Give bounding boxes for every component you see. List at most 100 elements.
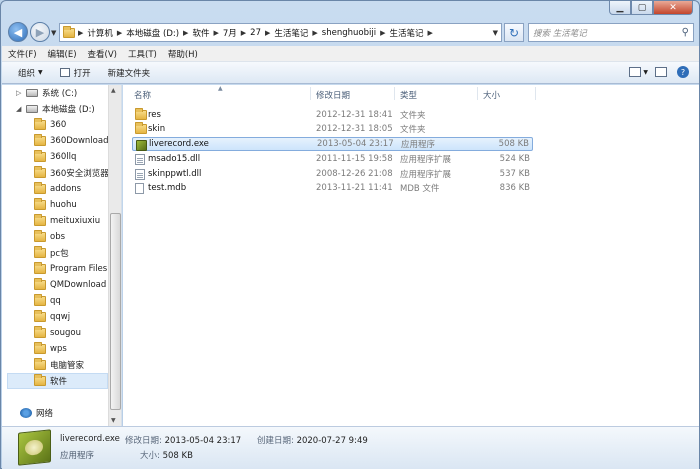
breadcrumb-separator-icon[interactable]: ▶ [427, 29, 432, 37]
file-date: 2012-12-31 18:05 [316, 124, 393, 134]
file-row[interactable]: res 2012-12-31 18:41 文件夹 [132, 108, 533, 122]
folder-icon [63, 25, 75, 38]
breadcrumb-july[interactable]: 7月 [223, 27, 237, 39]
scroll-up-icon[interactable]: ▲ [111, 87, 116, 94]
file-list: ▲ 名称 修改日期 类型 大小 res 2012-12-31 18:41 文件夹… [123, 85, 699, 426]
details-pane: liverecord.exe 应用程序 修改日期: 2013-05-04 23:… [2, 426, 699, 469]
breadcrumb-separator-icon[interactable]: ▶ [213, 29, 218, 37]
file-type: 应用程序扩展 [400, 170, 452, 180]
recent-pages-dropdown[interactable]: ▼ [51, 29, 56, 37]
file-row-selected[interactable]: liverecord.exe 2013-05-04 23:17 应用程序 508… [132, 137, 533, 151]
breadcrumb-computer[interactable]: 计算机 [87, 27, 113, 39]
expand-arrow-icon[interactable]: ▷ [16, 89, 21, 97]
back-arrow-icon: ◀ [13, 25, 23, 39]
breadcrumb-separator-icon[interactable]: ▶ [241, 29, 246, 37]
search-box[interactable]: 搜索 生活笔记 ⚲ [528, 23, 694, 42]
column-date[interactable]: 修改日期 [316, 89, 350, 101]
breadcrumb-software[interactable]: 软件 [192, 27, 209, 39]
breadcrumb-separator-icon[interactable]: ▶ [78, 29, 83, 37]
file-name: msado15.dll [148, 154, 201, 164]
folder-icon [34, 118, 46, 130]
organize-label: 组织 [18, 68, 36, 79]
nav-scrollbar[interactable]: ▲ ▼ [108, 85, 121, 426]
forward-arrow-icon: ▶ [35, 25, 45, 39]
minimize-button[interactable]: ▁ [609, 1, 631, 15]
breadcrumb-separator-icon[interactable]: ▶ [265, 29, 270, 37]
column-divider[interactable] [535, 87, 536, 100]
menu-view[interactable]: 查看(V) [88, 48, 117, 60]
breadcrumb-separator-icon[interactable]: ▶ [312, 29, 317, 37]
drive-icon [26, 105, 38, 113]
column-divider[interactable] [394, 87, 395, 100]
collapse-arrow-icon[interactable]: ◢ [16, 105, 21, 113]
menu-tools[interactable]: 工具(T) [128, 48, 157, 60]
address-bar[interactable]: ▶ 计算机 ▶ 本地磁盘 (D:) ▶ 软件 ▶ 7月 ▶ 27 ▶ 生活笔记 … [59, 23, 502, 42]
size-value: 508 KB [162, 451, 193, 461]
new-folder-button[interactable]: 新建文件夹 [108, 67, 151, 79]
details-size: 大小: 508 KB [140, 449, 193, 461]
search-placeholder: 搜索 生活笔记 [533, 28, 587, 39]
refresh-button[interactable]: ↻ [504, 23, 524, 42]
file-type: 应用程序 [401, 140, 436, 150]
maximize-button[interactable]: ▢ [631, 1, 653, 15]
search-icon[interactable]: ⚲ [682, 27, 689, 38]
folder-icon [34, 134, 46, 146]
folder-icon [34, 262, 46, 274]
column-divider[interactable] [477, 87, 478, 100]
folder-icon [34, 214, 46, 226]
file-row[interactable]: msado15.dll 2011-11-15 19:58 应用程序扩展 524 … [132, 152, 533, 166]
organize-button[interactable]: 组织 ▼ [18, 67, 43, 79]
change-view-icon[interactable] [629, 67, 642, 77]
file-row[interactable]: skinppwtl.dll 2008-12-26 21:08 应用程序扩展 53… [132, 167, 533, 181]
breadcrumb-27[interactable]: 27 [250, 28, 261, 38]
file-type: 文件夹 [400, 111, 426, 121]
breadcrumb-separator-icon[interactable]: ▶ [117, 29, 122, 37]
column-name[interactable]: 名称 [134, 89, 151, 101]
view-options-dropdown[interactable]: ▼ [643, 69, 648, 76]
breadcrumb-life-notes[interactable]: 生活笔记 [274, 27, 308, 39]
breadcrumb-life-notes-current[interactable]: 生活笔记 [389, 27, 423, 39]
breadcrumb-shenghuobiji[interactable]: shenghuobiji [322, 28, 376, 38]
menu-file[interactable]: 文件(F) [8, 48, 37, 60]
modified-label: 修改日期: [125, 436, 162, 446]
open-button[interactable]: 打开 [59, 67, 91, 79]
file-name: res [148, 110, 161, 120]
file-name: skin [148, 124, 166, 134]
breadcrumb-drive-d[interactable]: 本地磁盘 (D:) [126, 27, 179, 39]
column-headers: ▲ 名称 修改日期 类型 大小 [123, 85, 699, 102]
exe-icon [136, 140, 147, 151]
menu-help[interactable]: 帮助(H) [168, 48, 198, 60]
file-date: 2012-12-31 18:41 [316, 110, 393, 120]
help-icon[interactable]: ? [677, 66, 689, 78]
folder-icon [34, 246, 46, 258]
column-divider[interactable] [310, 87, 311, 100]
nav-network[interactable]: 网络 [20, 405, 121, 421]
folder-icon [34, 198, 46, 210]
breadcrumb-separator-icon[interactable]: ▶ [183, 29, 188, 37]
nav-folder-selected[interactable]: 软件 [7, 373, 108, 389]
breadcrumb-separator-icon[interactable]: ▶ [380, 29, 385, 37]
dll-icon [135, 154, 145, 165]
column-type[interactable]: 类型 [400, 89, 417, 101]
address-history-dropdown[interactable]: ▼ [493, 29, 498, 37]
details-file-type: 应用程序 [60, 451, 95, 461]
file-row[interactable]: skin 2012-12-31 18:05 文件夹 [132, 122, 533, 136]
view-controls: ▼ ? [622, 66, 689, 78]
close-button[interactable]: ✕ [653, 1, 693, 15]
drive-icon [26, 89, 38, 97]
back-button[interactable]: ◀ [8, 22, 28, 42]
scroll-down-icon[interactable]: ▼ [111, 417, 116, 424]
open-icon [59, 68, 70, 77]
scrollbar-thumb[interactable] [110, 213, 121, 410]
command-bar: 组织 ▼ 打开 新建文件夹 ▼ ? [2, 62, 699, 84]
file-row[interactable]: test.mdb 2013-11-21 11:41 MDB 文件 836 KB [132, 181, 533, 195]
menu-edit[interactable]: 编辑(E) [48, 48, 77, 60]
preview-pane-icon[interactable] [655, 67, 667, 77]
forward-button[interactable]: ▶ [30, 22, 50, 42]
navigation-pane: ▷ 系统 (C:) ◢ 本地磁盘 (D:) 360 360Downloads 3… [2, 85, 122, 426]
column-size[interactable]: 大小 [483, 89, 500, 101]
size-label: 大小: [140, 451, 160, 461]
folder-icon [34, 278, 46, 290]
folder-icon [34, 182, 46, 194]
folder-icon [34, 230, 46, 242]
